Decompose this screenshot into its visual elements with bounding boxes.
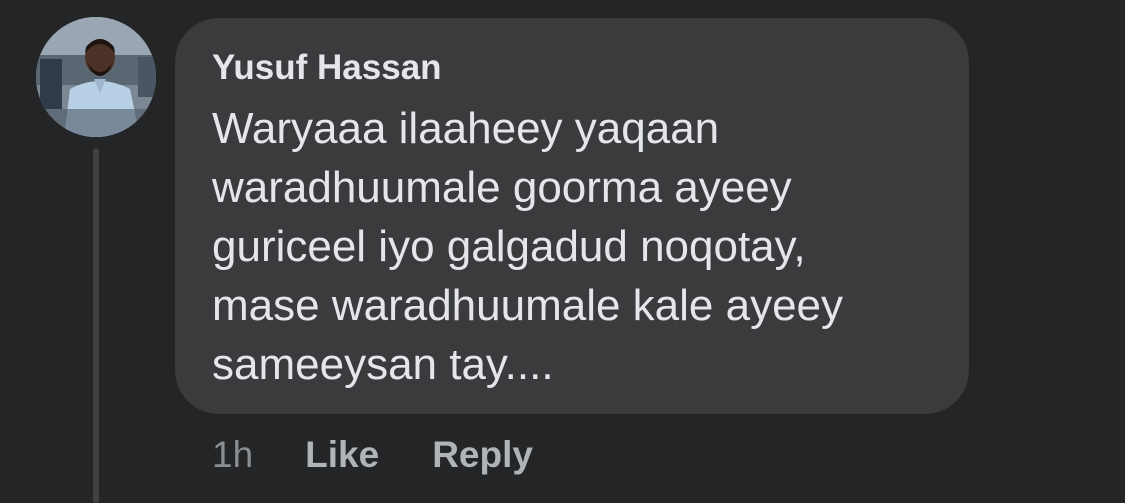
comment-text-line: Waryaaa ilaaheey yaqaan [212,104,720,153]
comment-bubble: Yusuf Hassan Waryaaa ilaaheey yaqaan war… [175,18,969,414]
avatar[interactable] [36,17,156,137]
comment-text-line: mase waradhuumale kale ayeey [212,281,844,330]
comment-text: Waryaaa ilaaheey yaqaan waradhuumale goo… [212,99,932,394]
reply-button[interactable]: Reply [432,434,533,476]
like-button[interactable]: Like [305,434,379,476]
comment-text-line: waradhuumale goorma ayeey [212,163,792,212]
comment-text-line: sameeysan tay.... [212,340,554,389]
comment-author[interactable]: Yusuf Hassan [212,48,933,88]
comment-text-line: guriceel iyo galgadud noqotay, [212,222,806,271]
thread-line [93,148,99,503]
comment-actions: 1h Like Reply [212,430,586,480]
comment-timestamp[interactable]: 1h [212,434,253,476]
avatar-photo [36,17,156,137]
comment-thread: Yusuf Hassan Waryaaa ilaaheey yaqaan war… [0,0,1125,503]
